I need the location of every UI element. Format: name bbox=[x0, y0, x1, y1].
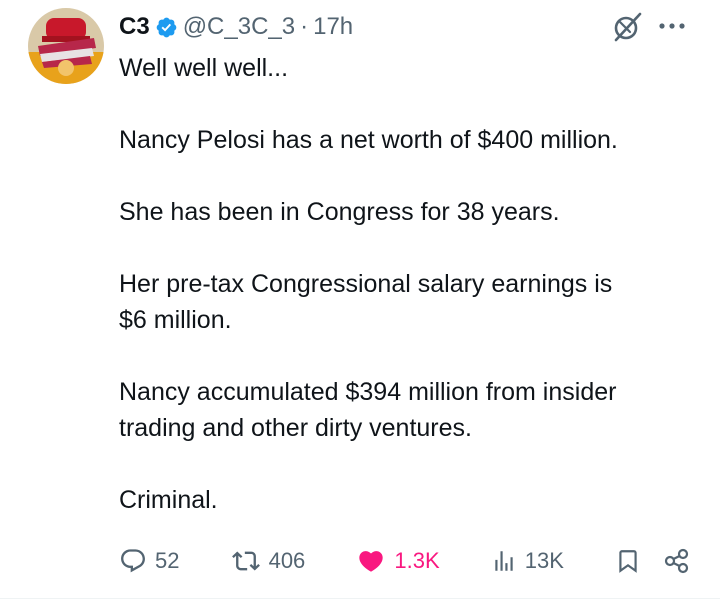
reply-icon bbox=[119, 547, 147, 575]
tweet-text: Well well well... Nancy Pelosi has a net… bbox=[119, 50, 699, 518]
tweet-line: Nancy Pelosi has a net worth of $400 mil… bbox=[119, 126, 618, 154]
repost-count: 406 bbox=[268, 548, 306, 573]
separator-dot: · bbox=[300, 13, 309, 40]
like-button[interactable]: 1.3K bbox=[356, 547, 440, 575]
repost-icon bbox=[231, 547, 261, 575]
views-button[interactable]: 13K bbox=[491, 547, 564, 575]
avatar[interactable] bbox=[28, 8, 104, 84]
tweet-line: Well well well... bbox=[119, 54, 289, 82]
reply-count: 52 bbox=[155, 548, 180, 573]
author-handle[interactable]: @C_3C_3 bbox=[183, 12, 295, 42]
heart-icon bbox=[356, 547, 386, 575]
right-actions bbox=[615, 547, 691, 575]
repost-button[interactable]: 406 bbox=[231, 547, 306, 575]
tweet-actions: 52 406 1.3K 13K bbox=[119, 541, 691, 581]
views-count: 13K bbox=[524, 548, 564, 573]
views-icon bbox=[491, 547, 517, 575]
like-count: 1.3K bbox=[394, 548, 440, 573]
more-icon[interactable] bbox=[656, 14, 688, 38]
tweet-line: $6 million. bbox=[119, 306, 232, 334]
tweet-header: C3 @C_3C_3 · 17h bbox=[119, 12, 353, 42]
share-icon bbox=[663, 547, 691, 575]
tweet-line: Nancy accumulated $394 million from insi… bbox=[119, 378, 617, 406]
tweet-line: She has been in Congress for 38 years. bbox=[119, 198, 560, 226]
divider bbox=[0, 598, 720, 599]
tweet-line: Criminal. bbox=[119, 486, 218, 514]
timestamp[interactable]: 17h bbox=[313, 12, 353, 42]
reply-button[interactable]: 52 bbox=[119, 547, 179, 575]
author-name[interactable]: C3 bbox=[119, 12, 150, 42]
share-button[interactable] bbox=[663, 547, 691, 575]
tweet-line: trading and other dirty ventures. bbox=[119, 414, 472, 442]
bookmark-button[interactable] bbox=[615, 547, 641, 575]
verified-badge-icon[interactable] bbox=[155, 16, 178, 39]
tweet-line: Her pre-tax Congressional salary earning… bbox=[119, 270, 613, 298]
avatar-image bbox=[28, 8, 104, 84]
bookmark-icon bbox=[615, 547, 641, 575]
grok-icon[interactable] bbox=[610, 10, 644, 44]
